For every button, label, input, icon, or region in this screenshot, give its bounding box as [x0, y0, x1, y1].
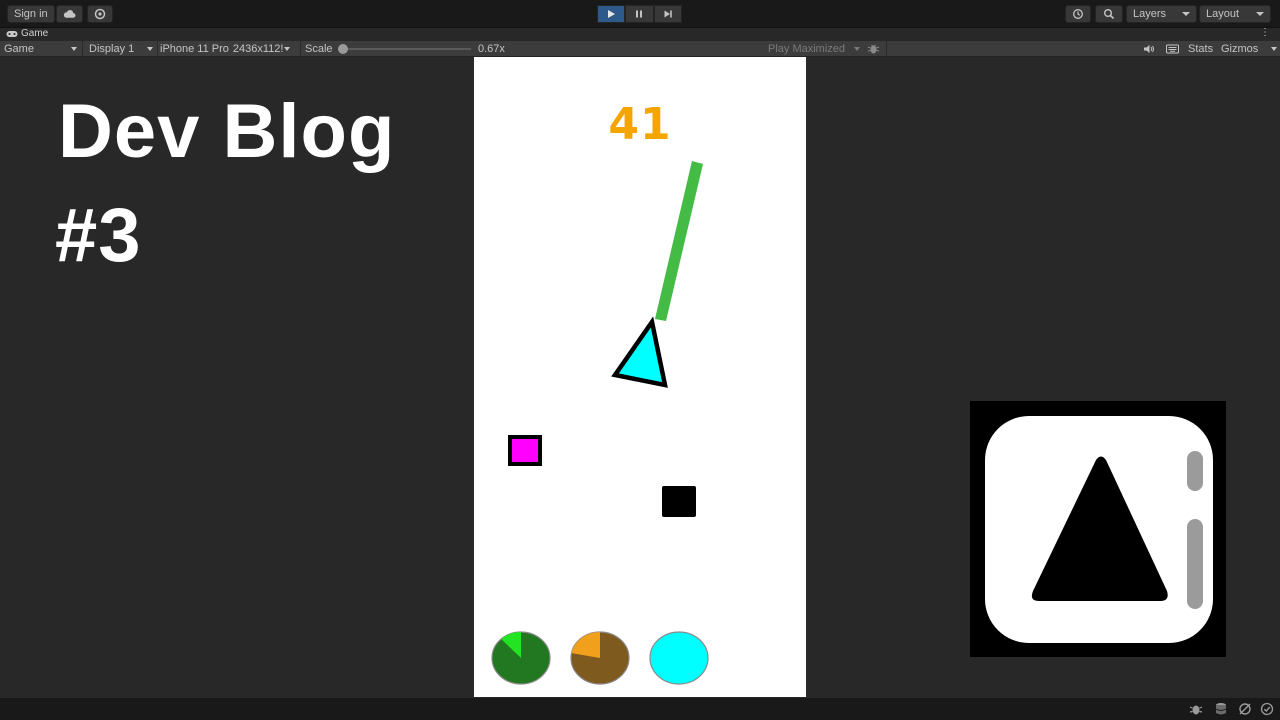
- status-bar: [0, 698, 1280, 720]
- scale-slider-handle[interactable]: [338, 44, 348, 54]
- step-button[interactable]: [653, 5, 682, 23]
- resolution-dropdown[interactable]: iPhone 11 Pro 2436x112!: [160, 41, 298, 56]
- collab-button[interactable]: [87, 5, 113, 23]
- search-icon: [1104, 9, 1115, 20]
- game-tab-bar: Game ⋮: [0, 27, 1280, 41]
- divider: [82, 41, 83, 57]
- gizmos-dropdown[interactable]: Gizmos: [1221, 41, 1277, 56]
- game-scene: [491, 161, 709, 685]
- layout-dropdown[interactable]: Layout: [1199, 5, 1271, 23]
- cloud-button[interactable]: [56, 5, 83, 23]
- chevron-down-icon: [71, 46, 77, 51]
- search-button[interactable]: [1095, 5, 1123, 23]
- play-icon: [608, 10, 616, 18]
- history-icon: [1073, 9, 1083, 19]
- collab-icon: [94, 8, 106, 20]
- chevron-down-icon: [1256, 12, 1264, 16]
- side-button-small: [1187, 451, 1203, 491]
- gamepad-icon: [6, 30, 18, 37]
- checkmark-icon[interactable]: [1259, 701, 1275, 717]
- mute-audio-toggle[interactable]: [1143, 41, 1155, 56]
- speaker-icon: [1144, 44, 1154, 53]
- scale-label: Scale: [305, 42, 333, 55]
- play-mode-dropdown[interactable]: Play Maximized: [768, 41, 860, 56]
- scale-slider-track[interactable]: [343, 48, 471, 50]
- more-options-icon[interactable]: ⋮: [1260, 27, 1270, 38]
- divider: [300, 41, 301, 57]
- blog-title: Dev Blog: [58, 89, 396, 174]
- pause-button[interactable]: [625, 5, 654, 23]
- app-icon-graphic: [985, 416, 1213, 643]
- debug-toggle[interactable]: [867, 41, 880, 56]
- display-dropdown[interactable]: Display 1: [89, 41, 155, 56]
- chevron-down-icon: [284, 46, 291, 51]
- cyan-ability-cooldown[interactable]: [649, 631, 709, 685]
- pickup-square: [508, 435, 542, 466]
- divider: [886, 41, 887, 57]
- shortcuts-toggle[interactable]: [1166, 41, 1179, 56]
- chevron-down-icon: [1182, 12, 1190, 16]
- playback-controls: [597, 5, 682, 23]
- bug-icon: [867, 44, 880, 53]
- play-button[interactable]: [597, 5, 626, 23]
- pause-icon: [636, 10, 643, 18]
- ability-cooldowns: [491, 631, 709, 685]
- chevron-down-icon: [854, 46, 860, 51]
- obstacle-block: [662, 486, 696, 517]
- database-icon[interactable]: [1213, 701, 1229, 717]
- view-mode-dropdown[interactable]: Game: [4, 41, 80, 56]
- blog-issue-number: #3: [55, 193, 142, 278]
- tab-game[interactable]: Game: [6, 28, 48, 39]
- cloud-icon: [63, 10, 76, 18]
- divider: [157, 41, 158, 57]
- layers-dropdown[interactable]: Layers: [1126, 5, 1197, 23]
- player-ship: [611, 316, 668, 388]
- side-button-large: [1187, 519, 1203, 609]
- game-view-toolbar: Game Display 1 iPhone 11 Pro 2436x112! S…: [0, 41, 1280, 57]
- network-icon[interactable]: [1237, 701, 1253, 717]
- bug-icon[interactable]: [1188, 701, 1204, 717]
- chevron-down-icon: [147, 46, 153, 51]
- stats-toggle[interactable]: Stats: [1188, 41, 1213, 56]
- main-toolbar: Sign in Layers Layout: [0, 0, 1280, 28]
- laser-beam: [655, 161, 703, 321]
- triangle-app-icon: [970, 401, 1226, 657]
- game-viewport[interactable]: 41: [474, 57, 806, 697]
- scale-value: 0.67x: [478, 42, 505, 55]
- sign-in-button[interactable]: Sign in: [7, 5, 55, 23]
- keyboard-icon: [1166, 44, 1179, 53]
- step-icon: [664, 10, 672, 18]
- history-button[interactable]: [1065, 5, 1091, 23]
- chevron-down-icon: [1271, 46, 1277, 51]
